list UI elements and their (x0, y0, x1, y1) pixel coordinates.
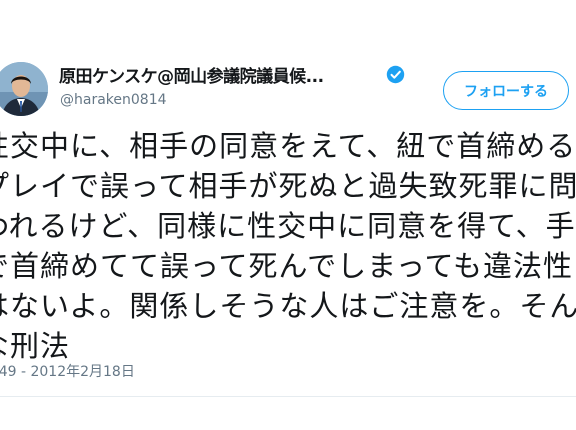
author-handle[interactable]: @haraken0814 (60, 92, 167, 108)
tweet-text-line: な刑法 (0, 329, 71, 363)
avatar-image (0, 62, 48, 116)
tweet-text-line: はないよ。関係しそうな人はご注意を。そん (0, 289, 576, 323)
tweet-text: 性交中に、相手の同意をえて、紐で首締めるプ プレイで誤って相手が死ぬと過失致死罪… (0, 126, 576, 366)
author-name[interactable]: 原田ケンスケ@岡山参議院議員候... (59, 62, 324, 87)
tweet-text-line: で首締めてて誤って死んでしまっても違法性 (0, 249, 574, 283)
tweet-timestamp[interactable]: :49 - 2012年2月18日 (0, 361, 135, 381)
follow-button[interactable]: フォローする (443, 71, 569, 110)
tweet-text-line: 性交中に、相手の同意をえて、紐で首締めるプ (0, 129, 576, 163)
divider (0, 396, 576, 397)
tweet-card: 原田ケンスケ@岡山参議院議員候... @haraken0814 フォローする 性… (0, 0, 576, 430)
tweet-text-line: プレイで誤って相手が死ぬと過失致死罪に問 (0, 169, 576, 203)
verified-badge-icon (386, 65, 405, 84)
avatar[interactable] (0, 62, 48, 116)
tweet-text-line: われるけど、同様に性交中に同意を得て、手 (0, 209, 576, 243)
